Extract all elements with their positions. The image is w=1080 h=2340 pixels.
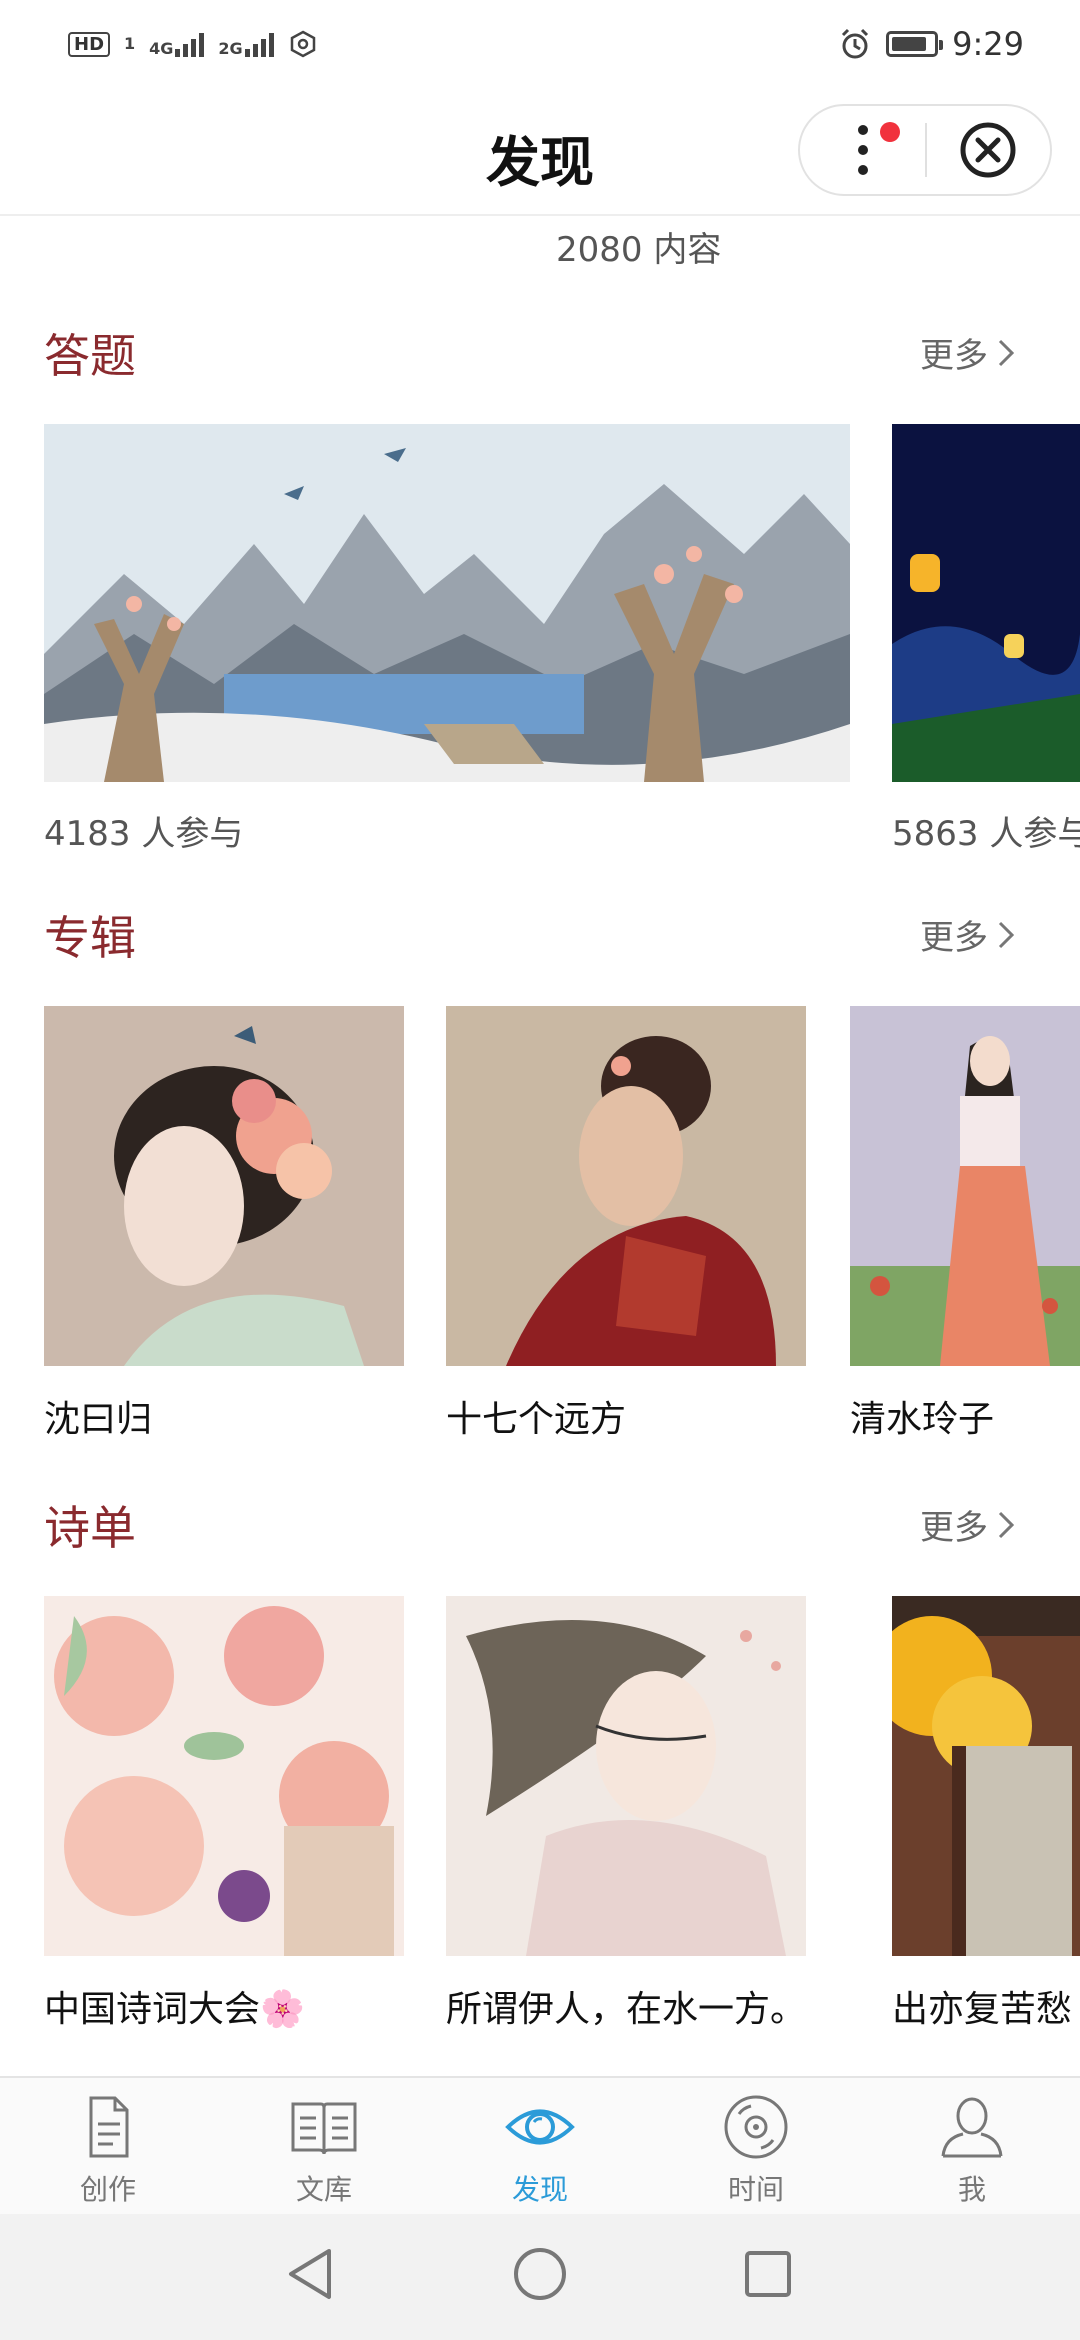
document-icon bbox=[89, 2096, 129, 2158]
poem-list-card-title: 中国诗词大会🌸 bbox=[44, 1989, 305, 2030]
battery-icon bbox=[886, 31, 944, 57]
poem-list-card-image[interactable] bbox=[892, 1596, 1080, 1956]
portrait-photo-image bbox=[446, 1006, 806, 1366]
more-dots-icon bbox=[857, 125, 868, 175]
more-link-label: 更多 bbox=[920, 1508, 988, 1548]
chevron-right-icon bbox=[998, 339, 1014, 366]
network-type-2: 2G bbox=[218, 39, 243, 58]
clock: 9:29 bbox=[952, 25, 1024, 63]
disc-icon bbox=[724, 2095, 788, 2159]
portrait-painting-image bbox=[44, 1006, 404, 1366]
album-card-title: 清水玲子 bbox=[850, 1399, 995, 1440]
sim-label: 1 bbox=[124, 34, 136, 53]
status-bar: HD 1 4G 2G 9:29 bbox=[0, 0, 1080, 88]
album-card-image[interactable] bbox=[44, 1006, 404, 1366]
tab-label: 我 bbox=[957, 2173, 986, 2206]
home-button[interactable] bbox=[510, 2244, 570, 2304]
battery-fill bbox=[892, 37, 927, 51]
mini-program-capsule bbox=[798, 104, 1052, 196]
header: 发现 bbox=[0, 88, 1080, 216]
tab-label: 文库 bbox=[295, 2173, 352, 2206]
alarm-icon bbox=[842, 28, 869, 59]
section-title-quiz: 答题 bbox=[44, 329, 136, 383]
signal-bars-icon bbox=[244, 31, 274, 57]
system-nav-bar bbox=[0, 2214, 1080, 2340]
recents-button[interactable] bbox=[738, 2244, 798, 2304]
more-link-label: 更多 bbox=[920, 918, 988, 958]
ink-landscape-image bbox=[44, 424, 850, 782]
close-circle-icon bbox=[960, 122, 1016, 178]
tab-library[interactable]: 文库 bbox=[244, 2092, 404, 2212]
chevron-right-icon bbox=[998, 1511, 1014, 1538]
person-icon bbox=[941, 2097, 1003, 2158]
recents-square-icon bbox=[745, 2251, 791, 2297]
network-type-1: 4G bbox=[149, 39, 174, 58]
poem-list-card-title: 出亦复苦愁 bbox=[892, 1989, 1073, 2030]
album-card-image[interactable] bbox=[850, 1006, 1080, 1366]
status-left: HD 1 4G 2G bbox=[68, 29, 318, 59]
night-lanterns-image bbox=[892, 424, 1080, 782]
tab-me[interactable]: 我 bbox=[892, 2092, 1052, 2212]
eye-icon bbox=[505, 2109, 575, 2145]
close-button[interactable] bbox=[927, 106, 1050, 194]
ink-portrait-image bbox=[446, 1596, 806, 1956]
poem-list-card-image[interactable] bbox=[446, 1596, 806, 1956]
tab-label: 创作 bbox=[79, 2173, 136, 2206]
nfc-hexagon-icon bbox=[290, 30, 315, 58]
album-card-title: 沈曰归 bbox=[44, 1399, 153, 1440]
more-link-albums[interactable]: 更多 bbox=[920, 910, 1014, 959]
tab-label: 时间 bbox=[727, 2173, 784, 2206]
back-triangle-icon bbox=[289, 2249, 331, 2299]
illustration-girl-image bbox=[850, 1006, 1080, 1366]
autumn-gate-image bbox=[892, 1596, 1080, 1956]
more-link-label: 更多 bbox=[920, 336, 988, 376]
section-title-albums: 专辑 bbox=[44, 911, 136, 965]
watercolor-roses-image bbox=[44, 1596, 404, 1956]
quiz-card-participants: 4183 人参与 bbox=[44, 814, 244, 854]
album-card-image[interactable] bbox=[446, 1006, 806, 1366]
bottom-tab-bar: 创作 文库 发现 时间 我 bbox=[0, 2076, 1080, 2216]
more-options-button[interactable] bbox=[800, 106, 925, 194]
tab-time[interactable]: 时间 bbox=[676, 2092, 836, 2212]
status-right: 9:29 bbox=[838, 25, 1024, 63]
quiz-card-landscape-image[interactable] bbox=[44, 424, 850, 782]
content-count: 2080 内容 bbox=[556, 230, 722, 270]
quiz-card-lanterns-image[interactable] bbox=[892, 424, 1080, 782]
poem-list-card-title: 所谓伊人，在水一方。 bbox=[446, 1989, 807, 2030]
tab-discover[interactable]: 发现 bbox=[460, 2092, 620, 2212]
hd-badge: HD bbox=[68, 31, 111, 57]
notification-dot bbox=[880, 122, 900, 142]
chevron-right-icon bbox=[998, 921, 1014, 948]
signal-2: 2G bbox=[218, 31, 274, 58]
album-card-title: 十七个远方 bbox=[446, 1399, 627, 1440]
quiz-card-participants: 5863 人参与 bbox=[892, 814, 1080, 854]
home-circle-icon bbox=[514, 2248, 566, 2300]
section-title-poems: 诗单 bbox=[44, 1501, 136, 1555]
back-button[interactable] bbox=[280, 2244, 340, 2304]
book-icon bbox=[291, 2102, 357, 2155]
tab-label: 发现 bbox=[511, 2173, 568, 2206]
tab-create[interactable]: 创作 bbox=[28, 2092, 188, 2212]
poem-list-card-image[interactable] bbox=[44, 1596, 404, 1956]
signal-bars-icon bbox=[175, 31, 205, 57]
signal-1: 4G bbox=[149, 31, 205, 58]
more-link-quiz[interactable]: 更多 bbox=[920, 328, 1014, 377]
more-link-poems[interactable]: 更多 bbox=[920, 1500, 1014, 1549]
